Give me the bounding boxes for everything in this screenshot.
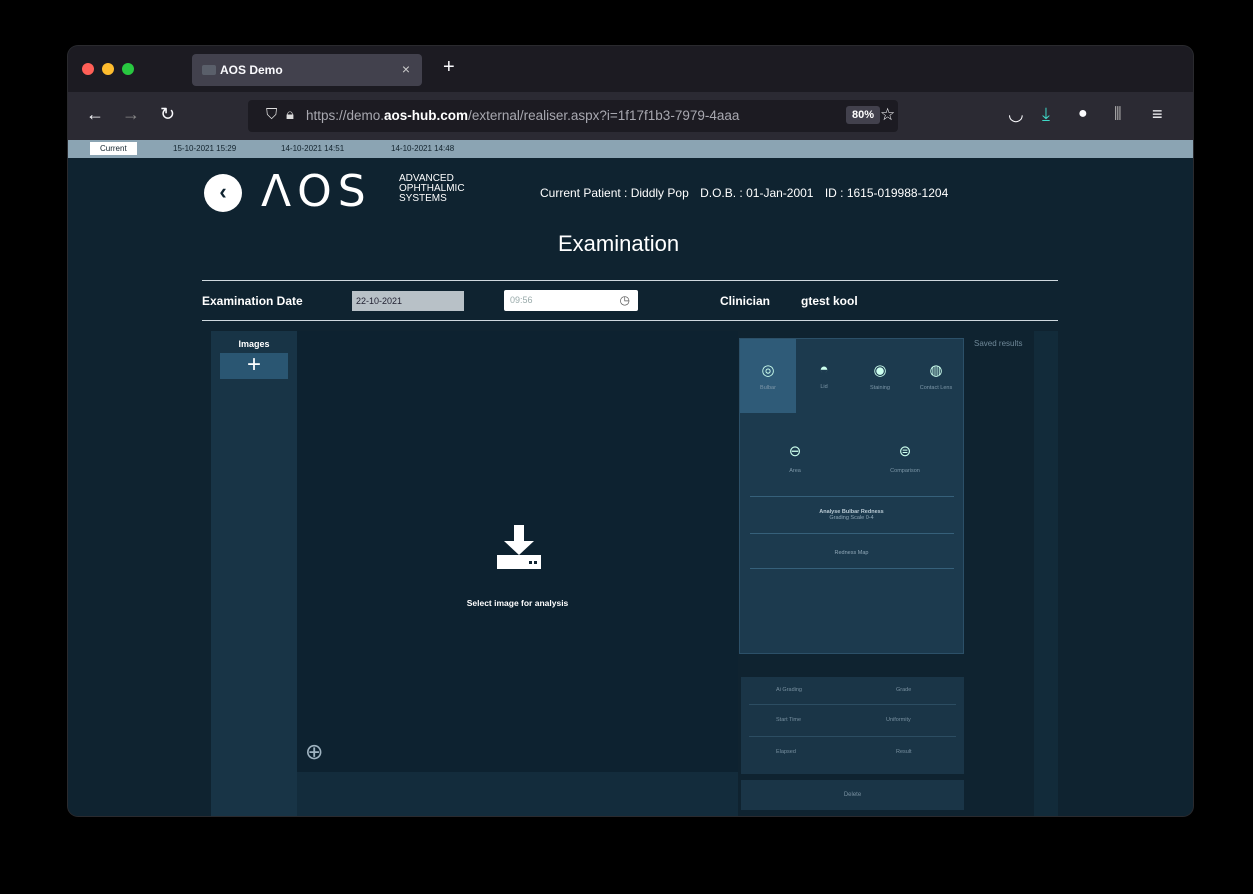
close-window-button[interactable]: [82, 63, 94, 75]
reload-icon[interactable]: ↻: [160, 104, 175, 125]
navigation-bar: ← → ↻ ⛉ 🔒︎ https://demo.aos-hub.com/exte…: [68, 92, 1193, 140]
history-tab[interactable]: 15-10-2021 15:29: [168, 142, 241, 155]
window-controls: [82, 63, 134, 75]
tool-contact-lens[interactable]: ◍ Contact Lens: [908, 339, 964, 413]
analyse-bulbar-redness-button[interactable]: Analyse Bulbar Redness Grading Scale 0-4: [740, 509, 963, 521]
results-strip: [1034, 331, 1058, 816]
lid-icon: ◓: [819, 361, 829, 378]
select-image-prompt: Select image for analysis: [466, 598, 569, 608]
close-tab-icon[interactable]: ×: [402, 61, 410, 77]
forward-arrow-icon[interactable]: →: [122, 104, 140, 125]
menu-icon[interactable]: ≡: [1152, 104, 1163, 125]
divider: [750, 496, 954, 497]
back-arrow-icon[interactable]: ←: [86, 104, 104, 125]
url-text[interactable]: https://demo.aos-hub.com/external/realis…: [306, 108, 818, 123]
library-icon[interactable]: ⫴: [1114, 104, 1122, 125]
divider: [750, 568, 954, 569]
delete-button[interactable]: Delete: [741, 780, 964, 810]
download-icon[interactable]: ⤓: [1042, 104, 1050, 125]
divider: [202, 320, 1058, 321]
contact-lens-icon: ◍: [929, 362, 943, 379]
viewer-footer: [297, 772, 738, 816]
examination-time-field[interactable]: 09:56 ◷: [504, 290, 638, 311]
minimize-window-button[interactable]: [102, 63, 114, 75]
tool-bulbar[interactable]: ◎ Bulbar: [740, 339, 796, 413]
tab-strip: AOS Demo × +: [68, 46, 1193, 92]
history-tab[interactable]: 14-10-2021 14:48: [386, 142, 459, 155]
back-button[interactable]: ‹: [204, 174, 242, 212]
account-icon[interactable]: ●: [1078, 105, 1088, 123]
pocket-icon[interactable]: ◡: [1008, 104, 1024, 125]
clinician-label: Clinician: [720, 294, 771, 308]
history-tab[interactable]: 14-10-2021 14:51: [276, 142, 349, 155]
bookmark-star-icon[interactable]: ☆: [880, 105, 895, 125]
tab-title: AOS Demo: [220, 63, 283, 77]
tool-staining[interactable]: ◉ Staining: [852, 339, 908, 413]
chevron-left-icon: ‹: [219, 179, 227, 204]
image-viewer[interactable]: Select image for analysis ⊕: [297, 331, 738, 816]
patient-info: Current Patient : Diddly Pop D.O.B. : 01…: [540, 186, 956, 200]
divider: [749, 704, 956, 705]
maximize-window-button[interactable]: [122, 63, 134, 75]
analysis-tools-panel: ◎ Bulbar ◓ Lid ◉ Staining ◍ Contact Lens…: [739, 338, 964, 654]
images-label: Images: [238, 339, 270, 349]
history-tab-current[interactable]: Current: [90, 142, 137, 155]
images-panel: Images +: [211, 331, 297, 816]
patient-id: ID : 1615-019988-1204: [824, 186, 949, 200]
patient-name: Current Patient : Diddly Pop: [540, 186, 689, 200]
area-icon: ⊖: [788, 443, 802, 460]
zoom-in-icon[interactable]: ⊕: [305, 739, 323, 765]
divider: [750, 533, 954, 534]
history-tab-bar: Current 15-10-2021 15:29 14-10-2021 14:5…: [68, 140, 1193, 158]
examination-date-field[interactable]: 22-10-2021: [352, 291, 464, 311]
download-tray-icon[interactable]: [495, 525, 543, 571]
divider: [202, 280, 1058, 281]
browser-window: AOS Demo × + ← → ↻ ⛉ 🔒︎ https://demo.aos…: [68, 46, 1193, 816]
redness-map-button[interactable]: Redness Map: [740, 550, 963, 556]
browser-tab[interactable]: AOS Demo ×: [192, 54, 422, 86]
add-image-button[interactable]: +: [220, 353, 288, 379]
comparison-icon: ⊜: [898, 443, 912, 460]
examination-date-label: Examination Date: [202, 294, 303, 308]
page-title: Examination: [558, 231, 680, 256]
zoom-level-badge[interactable]: 80%: [846, 106, 881, 124]
shield-icon[interactable]: ⛉: [266, 106, 277, 123]
new-tab-button[interactable]: +: [443, 56, 455, 79]
tool-comparison[interactable]: ⊜ Comparison: [850, 442, 960, 474]
aos-logo: ΛOS: [261, 166, 372, 217]
info-row: Elapsed Result: [776, 749, 912, 755]
saved-results-label: Saved results: [974, 339, 1023, 348]
tool-lid[interactable]: ◓ Lid: [796, 339, 852, 413]
info-row: Start Time Uniformity: [776, 717, 911, 723]
logo-subtitle: ADVANCED OPHTHALMIC SYSTEMS: [399, 173, 465, 204]
patient-dob: D.O.B. : 01-Jan-2001: [700, 186, 814, 200]
eye-icon: ◎: [761, 362, 775, 379]
results-info-panel: Ai Grading Grade Start Time Uniformity E…: [741, 677, 964, 774]
clock-icon[interactable]: ◷: [620, 290, 630, 311]
staining-icon: ◉: [873, 362, 887, 379]
divider: [749, 736, 956, 737]
info-row: Ai Grading Grade: [776, 687, 912, 693]
favicon-icon: [202, 65, 216, 75]
clinician-value: gtest kool: [801, 294, 858, 308]
address-bar[interactable]: ⛉ 🔒︎ https://demo.aos-hub.com/external/r…: [248, 100, 898, 132]
lock-icon[interactable]: 🔒︎: [286, 106, 294, 123]
tool-area[interactable]: ⊖ Area: [740, 442, 850, 474]
app-content: ‹ ΛOS ADVANCED OPHTHALMIC SYSTEMS Curren…: [68, 158, 1193, 816]
